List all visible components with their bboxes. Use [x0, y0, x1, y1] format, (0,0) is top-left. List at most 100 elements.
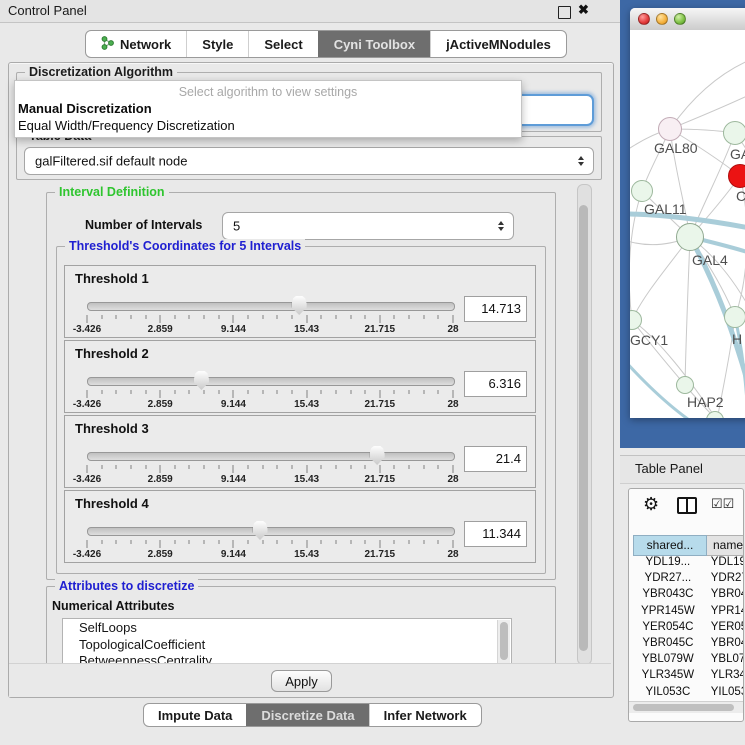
number-of-intervals-label: Number of Intervals [85, 218, 202, 232]
table-column-header[interactable]: name [707, 535, 744, 556]
tab-select[interactable]: Select [248, 31, 317, 57]
tab-jactivemnodules[interactable]: jActiveMNodules [430, 31, 566, 57]
table-row[interactable]: YIL053CYIL053C [633, 686, 744, 702]
table-rows: YDL19...YDL19YDR27...YDR27YBR043CYBR043C… [633, 556, 744, 701]
tab-style[interactable]: Style [186, 31, 248, 57]
tick-label: 9.144 [221, 549, 246, 560]
network-node[interactable] [631, 180, 653, 202]
table-column-header[interactable]: shared... [633, 535, 707, 556]
tab-cyni-toolbox[interactable]: Cyni Toolbox [318, 31, 430, 57]
table-cell: YBR043C [633, 588, 703, 604]
scrollbar-thumb[interactable] [579, 205, 588, 651]
network-node[interactable] [676, 376, 694, 394]
table-row[interactable]: YPR145WYPR145W [633, 605, 744, 621]
close-traffic-light-icon[interactable] [638, 13, 650, 25]
network-node[interactable] [723, 121, 745, 145]
table-row[interactable]: YBR045CYBR045C [633, 637, 744, 653]
slider-thumb[interactable] [292, 296, 307, 315]
tick-mark [438, 315, 439, 319]
algorithm-option-equal-width-frequency[interactable]: Equal Width/Frequency Discretization [18, 118, 235, 133]
algorithm-option-manual-discretization[interactable]: Manual Discretization [18, 101, 152, 116]
network-edge[interactable] [685, 237, 690, 385]
table-row[interactable]: YBL079WYBL079W [633, 653, 744, 669]
column-chooser-icon[interactable] [677, 497, 697, 514]
tab-network-label: Network [120, 37, 171, 52]
close-icon[interactable]: ✖ [578, 2, 589, 18]
gear-icon[interactable]: ⚙ [643, 494, 659, 514]
table-row[interactable]: YBR043CYBR043C [633, 588, 744, 604]
tick-mark [306, 465, 307, 473]
slider-ticks [87, 315, 453, 323]
zoom-traffic-light-icon[interactable] [674, 13, 686, 25]
tick-mark [174, 390, 175, 394]
tick-mark [233, 465, 234, 473]
tab-network[interactable]: Network [86, 31, 186, 57]
tab-infer-network[interactable]: Infer Network [369, 704, 481, 726]
network-edge[interactable] [632, 237, 690, 320]
slider-thumb[interactable] [194, 371, 209, 390]
network-node-label: C [736, 188, 745, 204]
tick-mark [409, 390, 410, 394]
settings-vertical-scrollbar[interactable] [577, 184, 592, 665]
tick-mark [189, 465, 190, 469]
attributes-list-scrollbar[interactable] [497, 620, 510, 663]
minimize-traffic-light-icon[interactable] [656, 13, 668, 25]
tick-mark [116, 390, 117, 394]
tab-impute-data[interactable]: Impute Data [144, 704, 246, 726]
tab-discretize-data[interactable]: Discretize Data [246, 704, 368, 726]
scrollbar-thumb[interactable] [633, 704, 734, 711]
table-cell: YBR043C [703, 588, 744, 604]
slider-tick-labels: -3.4262.8599.14415.4321.71528 [87, 399, 453, 411]
number-of-intervals-combobox[interactable]: 5 [222, 212, 514, 240]
network-node[interactable] [658, 117, 682, 141]
table-row[interactable]: YER054CYER054C [633, 621, 744, 637]
table-data-combobox[interactable]: galFiltered.sif default node [24, 147, 594, 175]
threshold-value-field[interactable]: 6.316 [464, 371, 527, 397]
tick-mark [189, 390, 190, 394]
screen: Control Panel ✖ Network Style Select Cyn… [0, 0, 745, 745]
scrollbar-thumb[interactable] [500, 622, 508, 660]
network-edge[interactable] [630, 191, 642, 320]
network-node-label: GA [730, 146, 745, 162]
slider-ticks [87, 465, 453, 473]
tick-mark [365, 315, 366, 319]
threshold-value-field[interactable]: 14.713 [464, 296, 527, 322]
slider-thumb[interactable] [370, 446, 385, 465]
slider-thumb[interactable] [253, 521, 268, 540]
table-row[interactable]: YDR27...YDR27 [633, 572, 744, 588]
tick-mark [438, 540, 439, 544]
slider-track[interactable] [87, 302, 455, 311]
network-window[interactable]: GAL80GACGAL11GAL4GCY1HHAP2 [630, 8, 745, 418]
attribute-list-item[interactable]: SelfLoops [63, 620, 511, 637]
network-canvas[interactable]: GAL80GACGAL11GAL4GCY1HHAP2 [630, 30, 745, 418]
threshold-label: Threshold 1 [75, 271, 149, 286]
tick-label: 9.144 [221, 324, 246, 335]
table-row[interactable]: YDL19...YDL19 [633, 556, 744, 572]
network-node[interactable] [724, 306, 745, 328]
network-edge[interactable] [670, 56, 745, 129]
attribute-list-item[interactable]: TopologicalCoefficient [63, 637, 511, 654]
table-row[interactable]: YLR345WYLR345W [633, 669, 744, 685]
tab-discretize-data-label: Discretize Data [261, 708, 354, 723]
slider-track[interactable] [87, 377, 455, 386]
float-window-icon[interactable] [558, 6, 571, 19]
network-node[interactable] [676, 223, 704, 251]
tick-mark [306, 315, 307, 323]
tick-mark [409, 465, 410, 469]
table-horizontal-scrollbar[interactable] [629, 701, 743, 713]
threshold-label: Threshold 4 [75, 496, 149, 511]
slider-track[interactable] [87, 527, 455, 536]
tick-mark [306, 390, 307, 398]
tick-mark [379, 390, 380, 398]
threshold-value-field[interactable]: 11.344 [464, 521, 527, 547]
slider-track[interactable] [87, 452, 455, 461]
numerical-attributes-list[interactable]: SelfLoopsTopologicalCoefficientBetweenne… [62, 618, 512, 665]
apply-button[interactable]: Apply [271, 670, 332, 692]
tick-mark [248, 390, 249, 394]
tick-label: 2.859 [148, 474, 173, 485]
select-columns-icon[interactable]: ☑☑ [711, 496, 734, 512]
tick-mark [262, 390, 263, 394]
table-data-value: galFiltered.sif default node [35, 154, 187, 169]
network-node[interactable] [728, 164, 745, 188]
threshold-value-field[interactable]: 21.4 [464, 446, 527, 472]
